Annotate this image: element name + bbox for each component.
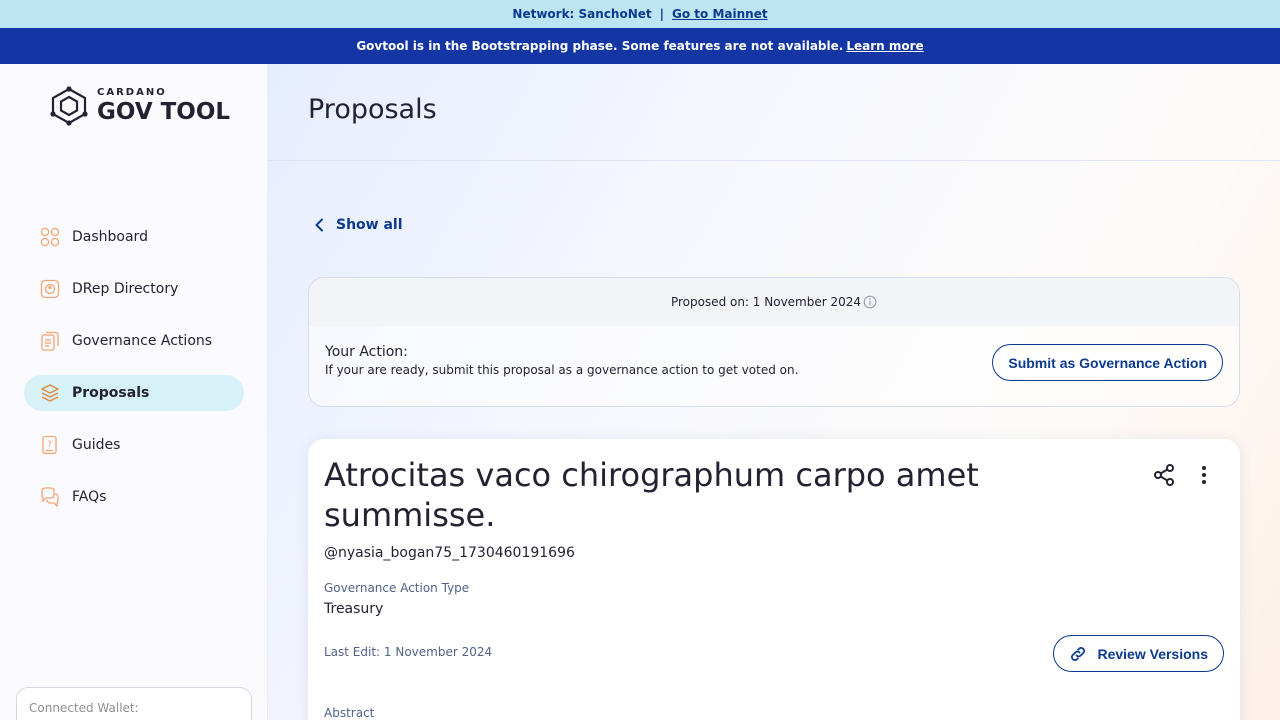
sidebar-item-label: Proposals (72, 385, 150, 401)
network-label: Network: SanchoNet (512, 7, 652, 21)
cardano-logo-icon (50, 86, 88, 126)
proposed-on-date: Proposed on: 1 November 2024 (670, 295, 862, 309)
sidebar: CARDANO GOV TOOL Dashboard DRep Director… (0, 64, 268, 720)
bootstrapping-text: Govtool is in the Bootstrapping phase. S… (356, 39, 844, 53)
sidebar-item-label: Dashboard (72, 229, 148, 245)
review-versions-button[interactable]: Review Versions (1053, 635, 1224, 672)
share-icon[interactable] (1152, 463, 1176, 487)
more-options-icon[interactable] (1192, 463, 1216, 487)
review-versions-label: Review Versions (1097, 645, 1208, 662)
link-icon (1071, 646, 1086, 661)
page-title: Proposals (308, 94, 437, 125)
last-edit-date: Last Edit: 1 November 2024 (324, 645, 493, 659)
connected-wallet-panel: Connected Wallet: (16, 687, 252, 720)
connected-wallet-label: Connected Wallet: (29, 701, 139, 715)
dashboard-icon (40, 227, 60, 247)
sidebar-item-proposals[interactable]: Proposals (24, 375, 244, 411)
sidebar-item-governance-actions[interactable]: Governance Actions (24, 323, 244, 359)
your-action-label: Your Action: (325, 344, 408, 360)
sidebar-item-label: Governance Actions (72, 333, 213, 349)
abstract-label: Abstract (324, 706, 375, 720)
sidebar-item-faqs[interactable]: FAQs (24, 479, 244, 515)
page-header: Proposals (268, 64, 1280, 161)
learn-more-link[interactable]: Learn more (846, 39, 923, 53)
show-all-link[interactable]: Show all (314, 217, 403, 233)
sidebar-item-label: Guides (72, 437, 121, 453)
govtool-logo[interactable]: CARDANO GOV TOOL (48, 86, 230, 126)
governance-actions-icon (40, 331, 60, 351)
info-icon[interactable] (863, 295, 877, 309)
governance-action-type-label: Governance Action Type (324, 581, 470, 595)
show-all-label: Show all (336, 217, 403, 233)
your-action-description: If your are ready, submit this proposal … (325, 363, 799, 377)
go-to-mainnet-link[interactable]: Go to Mainnet (672, 7, 768, 21)
bootstrapping-banner: Govtool is in the Bootstrapping phase. S… (0, 28, 1280, 64)
faqs-icon (40, 487, 60, 507)
svg-text:?: ? (47, 440, 52, 450)
proposal-details-card: Atrocitas vaco chirographum carpo amet s… (308, 439, 1240, 720)
proposals-icon (40, 383, 60, 403)
sidebar-item-label: DRep Directory (72, 281, 179, 297)
drep-directory-icon (40, 279, 60, 299)
submit-as-governance-action-button[interactable]: Submit as Governance Action (992, 344, 1223, 381)
banner-separator: | (659, 7, 665, 21)
governance-action-type-value: Treasury (324, 601, 384, 617)
sidebar-nav: Dashboard DRep Directory Governance Acti… (24, 219, 244, 531)
logo-govtool-text: GOV TOOL (97, 99, 231, 125)
sidebar-item-guides[interactable]: ? Guides (24, 427, 244, 463)
your-action-section: Your Action: If your are ready, submit t… (325, 344, 798, 377)
network-banner: Network: SanchoNet | Go to Mainnet (0, 0, 1280, 28)
proposal-title: Atrocitas vaco chirographum carpo amet s… (324, 456, 979, 534)
chevron-left-icon (315, 218, 323, 232)
main-content: Proposals Show all Proposed on: 1 Novemb… (268, 64, 1280, 720)
proposed-on-bar: Proposed on: 1 November 2024 (309, 278, 1239, 326)
guides-icon: ? (40, 435, 60, 455)
sidebar-item-dashboard[interactable]: Dashboard (24, 219, 244, 255)
proposal-author: @nyasia_bogan75_1730460191696 (324, 545, 575, 561)
proposal-action-card: Proposed on: 1 November 2024 Your Action… (308, 277, 1240, 407)
sidebar-item-label: FAQs (72, 489, 107, 505)
sidebar-item-drep-directory[interactable]: DRep Directory (24, 271, 244, 307)
logo-cardano-text: CARDANO (97, 87, 167, 98)
